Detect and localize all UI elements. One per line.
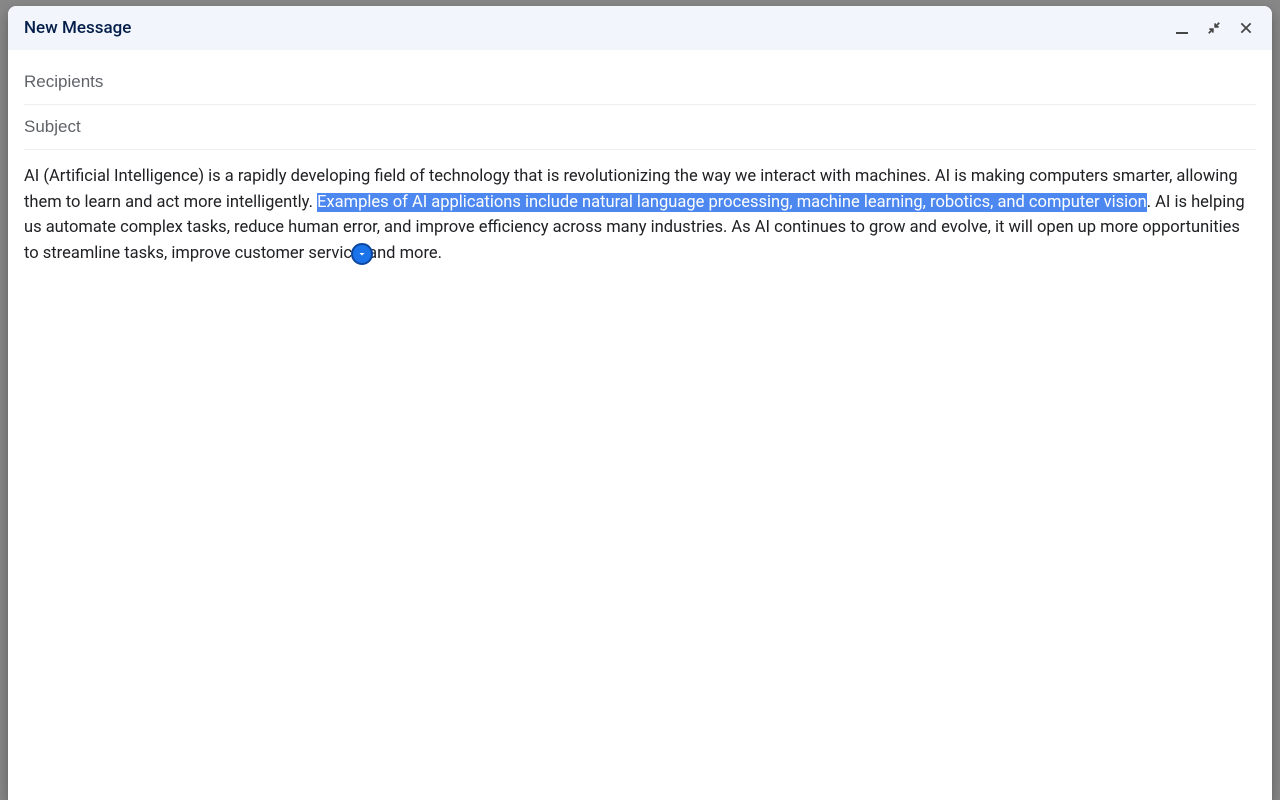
close-icon[interactable] bbox=[1236, 18, 1256, 38]
header-controls bbox=[1172, 18, 1256, 38]
message-body[interactable]: AI (Artificial Intelligence) is a rapidl… bbox=[24, 150, 1256, 790]
recipients-input[interactable] bbox=[24, 72, 1256, 92]
subject-row bbox=[24, 105, 1256, 150]
subject-input[interactable] bbox=[24, 117, 1256, 137]
compose-header: New Message bbox=[8, 6, 1272, 50]
compose-title: New Message bbox=[24, 18, 131, 38]
minimize-icon[interactable] bbox=[1172, 18, 1192, 38]
compose-body: AI (Artificial Intelligence) is a rapidl… bbox=[8, 50, 1272, 800]
exit-fullscreen-icon[interactable] bbox=[1204, 18, 1224, 38]
body-text-selected: Examples of AI applications include natu… bbox=[317, 193, 1147, 212]
scroll-indicator-icon[interactable] bbox=[351, 243, 373, 265]
compose-window: New Message AI (Artificial Intelli bbox=[8, 6, 1272, 800]
recipients-row bbox=[24, 60, 1256, 105]
